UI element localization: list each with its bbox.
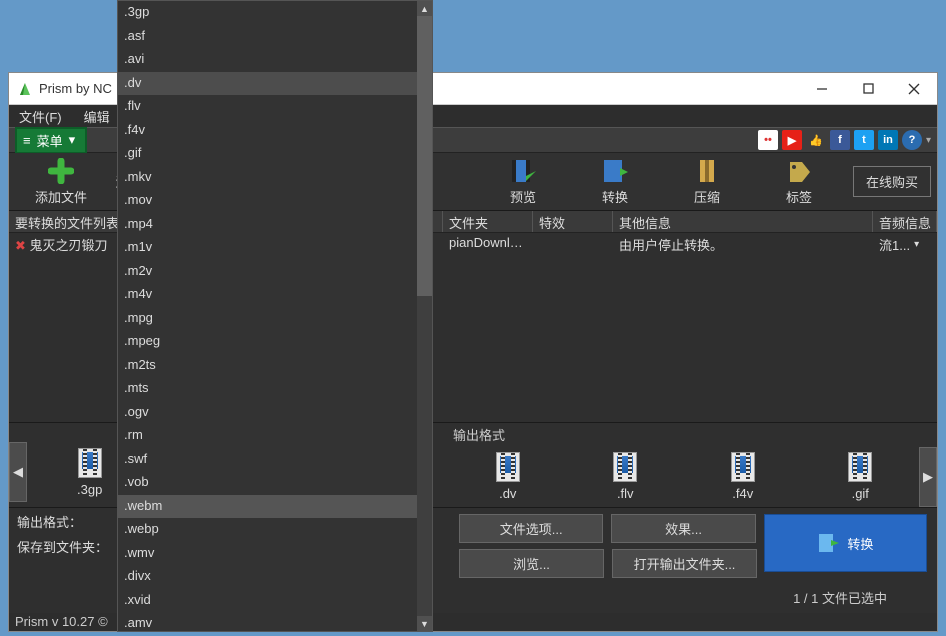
file-other: 由用户停止转换。 [613,233,873,255]
dropdown-item[interactable]: .f4v [118,119,432,143]
file-name: 鬼灭之刃锻刀 [30,238,108,253]
thumb-label: .gif [852,486,869,501]
add-file-label: 添加文件 [35,187,87,206]
tag-icon [786,158,812,184]
effects-button[interactable]: 效果... [611,514,755,543]
twitter-icon[interactable]: t [854,130,874,150]
menu-file[interactable]: 文件(F) [15,106,66,127]
dropdown-item[interactable]: .wmv [118,542,432,566]
scroll-up-arrow[interactable]: ▲ [417,1,432,16]
dropdown-item[interactable]: .dv [118,72,432,96]
file-folder: pianDownlo... [443,233,533,255]
scrollbar[interactable]: ▲ ▼ [417,1,432,631]
dropdown-item[interactable]: .mts [118,377,432,401]
chevron-down-icon: ▾ [69,132,76,148]
format-thumb[interactable]: .3gp [77,448,102,497]
dropdown-item[interactable]: .rm [118,424,432,448]
menu-edit[interactable]: 编辑 [80,106,114,127]
tag-label: 标签 [786,187,812,206]
scroll-thumb[interactable] [417,16,432,296]
dropdown-item[interactable]: .divx [118,565,432,589]
close-button[interactable] [891,73,937,104]
compress-icon [694,158,720,184]
scroll-down-arrow[interactable]: ▼ [417,616,432,631]
chevron-down-icon[interactable]: ▾ [926,135,931,146]
convert-toolbar-button[interactable]: 转换 [569,156,661,208]
preview-label: 预览 [510,187,536,206]
dropdown-item[interactable]: .m1v [118,236,432,260]
open-output-button[interactable]: 打开输出文件夹... [612,549,757,578]
dropdown-item[interactable]: .mkv [118,166,432,190]
convert-label: 转换 [602,187,628,206]
thumb-label: .dv [499,486,516,501]
compress-label: 压缩 [694,187,720,206]
green-menu-button[interactable]: ≡ 菜单 ▾ [15,127,87,154]
app-icon [17,81,33,97]
linkedin-icon[interactable]: in [878,130,898,150]
preview-button[interactable]: 预览 [477,156,569,208]
col-effects[interactable]: 特效 [533,211,613,232]
dropdown-item[interactable]: .webm [118,495,432,519]
dropdown-item[interactable]: .m2ts [118,354,432,378]
file-video-icon [496,452,520,482]
preview-icon [510,158,536,184]
dropdown-item[interactable]: .mov [118,189,432,213]
menu-label: 菜单 [37,131,63,150]
dropdown-item[interactable]: .m2v [118,260,432,284]
convert-icon [602,158,628,184]
browse-button[interactable]: 浏览... [459,549,604,578]
dropdown-item[interactable]: .vob [118,471,432,495]
dropdown-item[interactable]: .flv [118,95,432,119]
file-video-icon [613,452,637,482]
format-dropdown[interactable]: .3gp.asf.avi.dv.flv.f4v.gif.mkv.mov.mp4.… [117,0,433,632]
format-thumb[interactable]: .f4v [731,452,755,501]
flickr-icon[interactable]: •• [758,130,778,150]
status-text: 1 / 1 文件已选中 [459,588,927,607]
dropdown-item[interactable]: .xvid [118,589,432,613]
format-thumb[interactable]: .flv [613,452,637,501]
output-format-title: 输出格式 [449,423,937,446]
thumb-label: .3gp [77,482,102,497]
col-audio[interactable]: 音频信息 [873,211,937,232]
compress-button[interactable]: 压缩 [661,156,753,208]
plus-icon [48,158,74,184]
dropdown-item[interactable]: .asf [118,25,432,49]
youtube-icon[interactable]: ▶ [782,130,802,150]
add-file-button[interactable]: 添加文件 [15,156,107,208]
strip-right-arrow[interactable]: ▶ [919,447,937,507]
dropdown-item[interactable]: .3gp [118,1,432,25]
format-thumb[interactable]: .gif [848,452,872,501]
thumb-label: .f4v [732,486,753,501]
dropdown-item[interactable]: .m4v [118,283,432,307]
file-video-icon [731,452,755,482]
file-video-icon [848,452,872,482]
dropdown-item[interactable]: .gif [118,142,432,166]
file-audio: 流1... [879,235,910,254]
menu-lines-icon: ≡ [23,133,31,148]
file-video-icon [78,448,102,478]
facebook-icon[interactable]: f [830,130,850,150]
social-icons: •• ▶ 👍 f t in ? ▾ [758,130,931,150]
file-options-button[interactable]: 文件选项... [459,514,603,543]
col-folder[interactable]: 文件夹 [443,211,533,232]
format-thumb[interactable]: .dv [496,452,520,501]
tag-button[interactable]: 标签 [753,156,845,208]
like-icon[interactable]: 👍 [806,130,826,150]
strip-left-arrow[interactable]: ◀ [9,442,27,502]
dropdown-item[interactable]: .mpeg [118,330,432,354]
dropdown-item[interactable]: .webp [118,518,432,542]
maximize-button[interactable] [845,73,891,104]
dropdown-item[interactable]: .mp4 [118,213,432,237]
dropdown-item[interactable]: .ogv [118,401,432,425]
help-icon[interactable]: ? [902,130,922,150]
thumb-label: .flv [617,486,634,501]
x-icon: ✖ [15,238,26,253]
dropdown-item[interactable]: .swf [118,448,432,472]
col-other[interactable]: 其他信息 [613,211,873,232]
online-buy-button[interactable]: 在线购买 [853,166,931,197]
dropdown-item[interactable]: .avi [118,48,432,72]
minimize-button[interactable] [799,73,845,104]
dropdown-item[interactable]: .mpg [118,307,432,331]
